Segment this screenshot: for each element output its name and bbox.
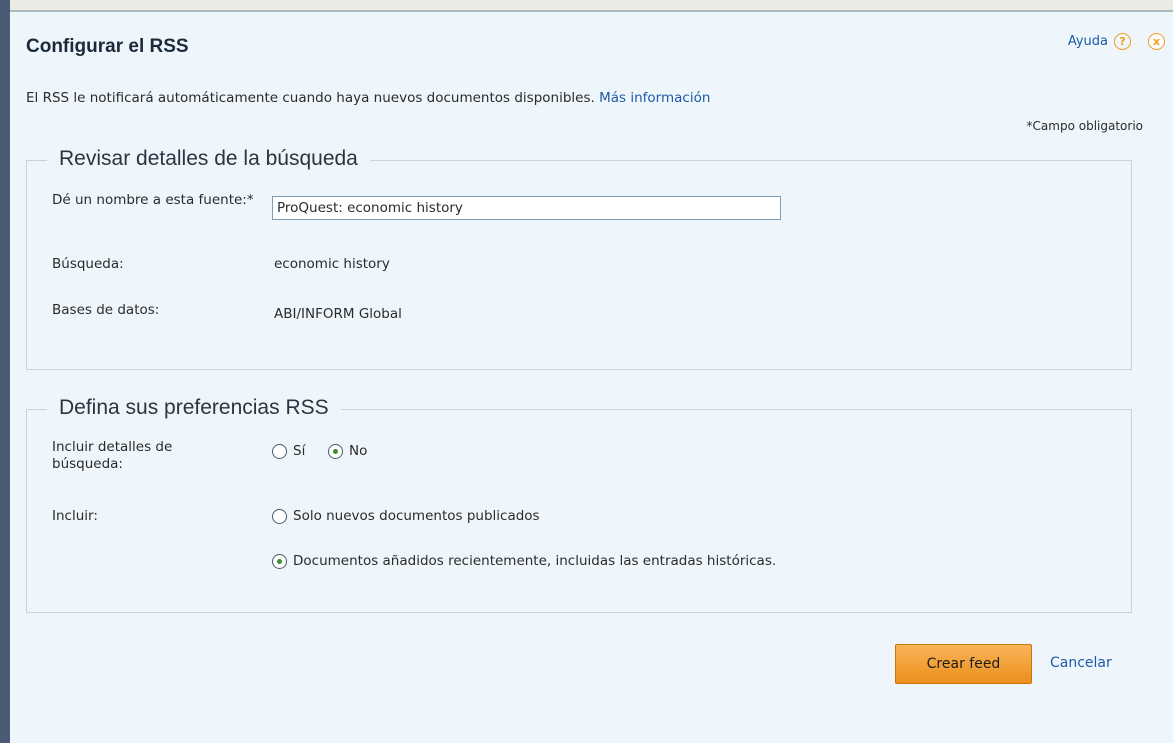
rss-dialog: Configurar el RSS Ayuda ? x El RSS le no… — [10, 11, 1173, 743]
background-edge — [0, 0, 10, 743]
prefs-section: Defina sus preferencias RSS Incluir deta… — [26, 396, 1132, 613]
cancel-link[interactable]: Cancelar — [1050, 655, 1112, 671]
radio-yes-button[interactable] — [272, 443, 287, 459]
radio-yes-label: Sí — [293, 443, 306, 459]
help-link[interactable]: Ayuda ? — [1068, 33, 1131, 50]
database-label: Bases de datos: — [52, 302, 160, 318]
database-value: ABI/INFORM Global — [274, 306, 402, 322]
review-section: Revisar detalles de la búsqueda Dé un no… — [26, 147, 1132, 370]
search-label: Búsqueda: — [52, 256, 124, 272]
radio-yes[interactable]: Sí — [272, 443, 305, 459]
page: Configurar el RSS Ayuda ? x El RSS le no… — [0, 0, 1173, 743]
dialog-title: Configurar el RSS — [26, 36, 189, 57]
more-info-link[interactable]: Más información — [599, 90, 710, 106]
radio-no-label: No — [349, 443, 368, 459]
radio-recent[interactable]: Documentos añadidos recientemente, inclu… — [272, 553, 776, 569]
include-details-label: Incluir detalles de búsqueda: — [52, 439, 173, 472]
background-strip — [0, 0, 1173, 11]
radio-new-only-button[interactable] — [272, 508, 287, 524]
include-label: Incluir: — [52, 508, 98, 524]
radio-no[interactable]: No — [328, 443, 367, 459]
close-icon[interactable]: x — [1148, 33, 1165, 50]
search-value: economic history — [274, 256, 390, 272]
review-legend: Revisar detalles de la búsqueda — [47, 147, 370, 171]
name-label: Dé un nombre a esta fuente:* — [52, 192, 254, 208]
radio-new-only-label: Solo nuevos documentos publicados — [293, 508, 540, 524]
required-note: *Campo obligatorio — [1026, 119, 1143, 133]
help-icon[interactable]: ? — [1114, 33, 1131, 50]
radio-new-only[interactable]: Solo nuevos documentos publicados — [272, 508, 540, 524]
radio-recent-label: Documentos añadidos recientemente, inclu… — [293, 553, 777, 569]
radio-recent-button[interactable] — [272, 553, 287, 569]
prefs-legend: Defina sus preferencias RSS — [47, 396, 341, 420]
create-feed-button[interactable]: Crear feed — [895, 644, 1032, 684]
help-label[interactable]: Ayuda — [1068, 34, 1108, 49]
intro-message: El RSS le notificará automáticamente cua… — [26, 90, 595, 106]
radio-no-button[interactable] — [328, 443, 343, 459]
feed-name-input[interactable] — [272, 196, 781, 220]
intro-text: El RSS le notificará automáticamente cua… — [26, 90, 710, 106]
